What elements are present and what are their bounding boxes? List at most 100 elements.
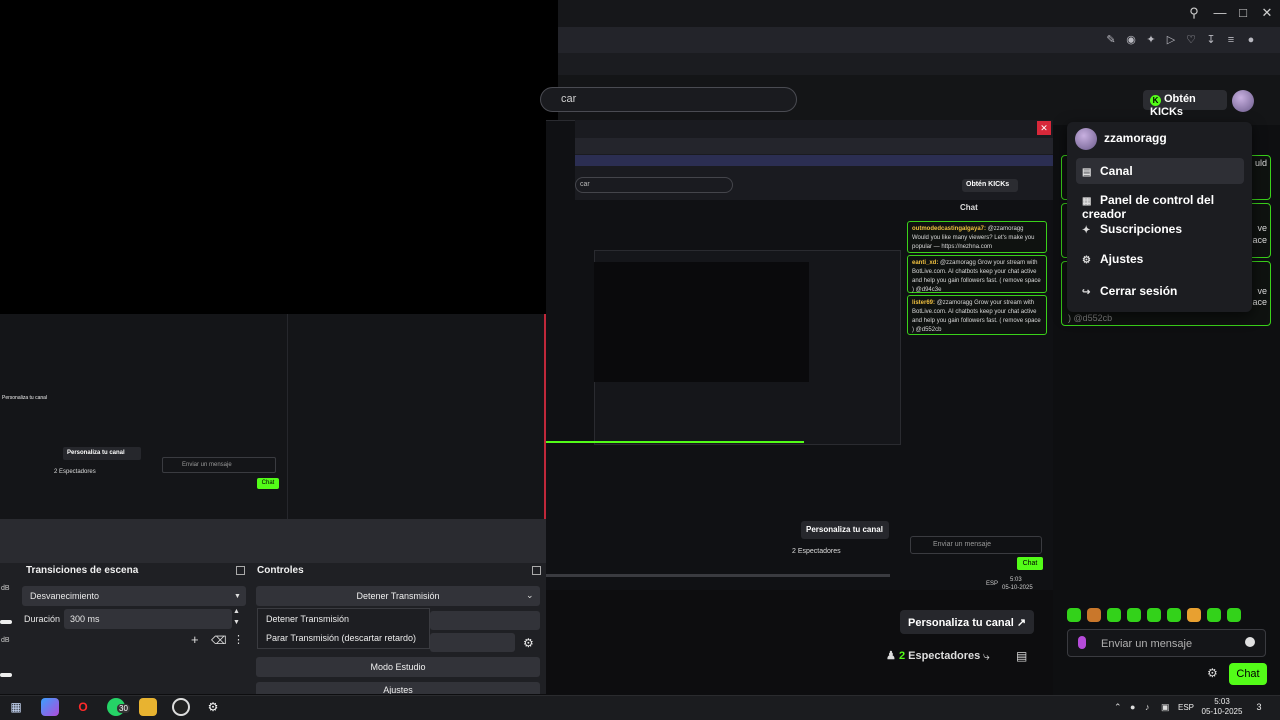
nested-tab-strip xyxy=(575,155,1053,166)
obs-icon[interactable] xyxy=(172,698,190,716)
emote-icon[interactable] xyxy=(1147,608,1161,622)
emote-icon[interactable] xyxy=(1207,608,1221,622)
recursive-preview-dark xyxy=(594,262,809,382)
control-button[interactable] xyxy=(430,611,540,630)
menu-avatar xyxy=(1075,128,1097,150)
share-icon[interactable]: ⤷ xyxy=(983,649,990,664)
menu-icon[interactable]: ≡ xyxy=(1223,33,1239,47)
gear-icon: ⚙ xyxy=(1082,255,1091,266)
extension-icon[interactable]: ✦ xyxy=(1143,33,1159,47)
trash-icon[interactable]: ⌫ xyxy=(211,634,227,647)
channel-icon: ▤ xyxy=(1082,167,1092,178)
gear-icon[interactable]: ⚙ xyxy=(523,636,534,650)
emote-icon[interactable] xyxy=(1067,608,1081,622)
nested-chat-message: eanti_xd: @zzamoragg Grow your stream wi… xyxy=(907,255,1047,293)
control-button[interactable] xyxy=(430,633,515,652)
personaliza-canal-button[interactable]: Personaliza tu canal ↗ xyxy=(900,610,1034,634)
chevron-down-icon: ▼ xyxy=(234,593,241,600)
chat-settings-icon[interactable]: ⚙ xyxy=(1207,666,1219,680)
system-clock[interactable]: 5:03 05-10-2025 xyxy=(1199,697,1245,717)
emote-icon[interactable] xyxy=(1187,608,1201,622)
opera-icon[interactable]: O xyxy=(74,698,92,716)
browser-bookmark-strip xyxy=(558,53,1280,75)
emote-icon[interactable] xyxy=(1167,608,1181,622)
chat-message-fragment: ve xyxy=(1257,223,1267,233)
chevron-down-icon[interactable]: ⌄ xyxy=(526,590,534,601)
menu-item-label: Cerrar sesión xyxy=(1100,284,1178,298)
minimize-icon[interactable]: — xyxy=(1209,4,1231,22)
user-avatar[interactable] xyxy=(1232,90,1254,112)
chat-username: lister69: xyxy=(912,300,936,306)
nested-chat-send-button: Chat xyxy=(1017,557,1043,570)
file-explorer-icon[interactable] xyxy=(139,698,157,716)
clock-time: 5:03 xyxy=(1214,697,1230,706)
menu-item-stop-stream[interactable]: Detener Transmisión xyxy=(266,614,349,624)
chevron-up-icon[interactable]: ▲ xyxy=(233,608,240,615)
volume-slider[interactable] xyxy=(0,620,12,624)
studio-mode-button[interactable]: Modo Estudio xyxy=(256,657,540,677)
dock-popout-icon[interactable] xyxy=(236,566,245,575)
heart-icon[interactable]: ♡ xyxy=(1183,33,1199,47)
close-icon[interactable]: ✕ xyxy=(1256,4,1278,22)
settings-icon[interactable]: ⚙ xyxy=(204,698,222,716)
chat-message-fragment: ) @d552cb xyxy=(1068,313,1113,323)
windows-start-icon[interactable]: ▦ xyxy=(7,698,25,716)
profile-icon[interactable]: ● xyxy=(1243,33,1259,47)
download-icon[interactable]: ↧ xyxy=(1203,33,1219,47)
obs-preview-divider xyxy=(287,314,288,519)
network-icon[interactable]: ▣ xyxy=(1161,702,1170,713)
duration-input[interactable]: 300 ms xyxy=(64,609,232,629)
chat-message-fragment: uld xyxy=(1254,158,1267,168)
emote-icon[interactable] xyxy=(1087,608,1101,622)
chat-message-fragment: ace xyxy=(1252,297,1267,307)
people-icon: ♟ xyxy=(886,650,896,662)
menu-item-label: Suscripciones xyxy=(1100,222,1183,236)
volume-slider[interactable] xyxy=(0,673,12,677)
chat-input[interactable]: Enviar un mensaje xyxy=(1067,629,1266,657)
obs-mini-personaliza-button: Personaliza tu canal xyxy=(63,447,141,460)
menu-item-canal[interactable]: ▤ Canal xyxy=(1076,158,1244,184)
more-icon[interactable]: ⋮ xyxy=(233,633,244,646)
menu-item-logout[interactable]: ↪ Cerrar sesión xyxy=(1076,278,1244,304)
copilot-icon[interactable] xyxy=(41,698,59,716)
maximize-icon[interactable]: □ xyxy=(1232,4,1254,22)
search-input[interactable]: car xyxy=(540,87,797,112)
get-kicks-button[interactable]: K Obtén KICKs xyxy=(1143,90,1227,118)
microphone-icon[interactable] xyxy=(1078,636,1086,649)
microphone-tray-icon[interactable]: ● xyxy=(1130,702,1135,712)
obs-mini-chat-button: Chat xyxy=(257,478,279,489)
emote-icon[interactable] xyxy=(1127,608,1141,622)
chat-username: outmodedcastingalgaya7: xyxy=(912,226,987,232)
chevron-up-icon[interactable]: ⌃ xyxy=(1114,702,1122,713)
chat-send-button[interactable]: Chat xyxy=(1229,663,1267,685)
emote-row xyxy=(1067,608,1267,624)
dock-popout-icon[interactable] xyxy=(532,566,541,575)
keyboard-language[interactable]: ESP xyxy=(1178,703,1194,712)
menu-item-creator-dashboard[interactable]: ▦ Panel de control del creador xyxy=(1076,187,1244,221)
layout-icon[interactable]: ▤ xyxy=(1016,649,1027,663)
obs-mixer-area xyxy=(0,519,546,563)
edit-icon[interactable]: ✎ xyxy=(1103,33,1119,47)
nested-get-kicks-button: Obtén KICKs xyxy=(962,179,1018,192)
settings-button[interactable]: Ajustes xyxy=(256,682,540,694)
menu-item-stop-discard-delay[interactable]: Parar Transmisión (descartar retardo) xyxy=(266,633,416,643)
stop-streaming-button[interactable]: Detener Transmisión xyxy=(256,586,540,606)
emote-icon[interactable] xyxy=(1107,608,1121,622)
menu-item-settings[interactable]: ⚙ Ajustes xyxy=(1076,246,1244,272)
nested-urlbar xyxy=(575,138,1053,154)
notification-icon[interactable]: 3 xyxy=(1251,699,1267,715)
play-icon[interactable]: ▷ xyxy=(1163,33,1179,47)
transition-select[interactable]: Desvanecimiento xyxy=(22,586,246,606)
emote-icon[interactable] xyxy=(1227,608,1241,622)
search-icon[interactable]: ⚲ xyxy=(1183,4,1205,22)
emoji-icon[interactable] xyxy=(1245,637,1255,647)
personaliza-label: Personaliza tu canal xyxy=(908,617,1014,629)
obs-mini-chat-input: Enviar un mensaje xyxy=(162,457,276,473)
db-label: dB xyxy=(1,585,10,592)
browser-titlebar xyxy=(558,0,1280,27)
menu-item-subscriptions[interactable]: ✦ Suscripciones xyxy=(1076,216,1244,242)
chevron-down-icon[interactable]: ▼ xyxy=(233,619,240,626)
camera-icon[interactable]: ◉ xyxy=(1123,33,1139,47)
volume-icon[interactable]: ♪ xyxy=(1145,702,1150,712)
add-icon[interactable]: + xyxy=(191,632,199,647)
